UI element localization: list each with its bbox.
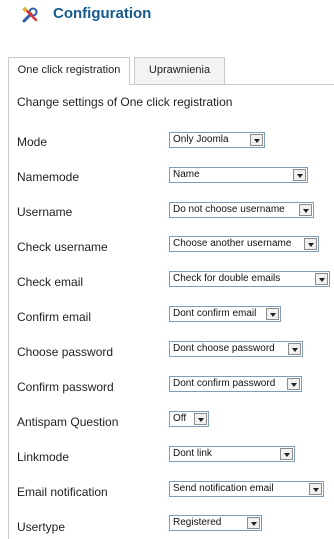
settings-panel: Change settings of One click registratio… — [8, 84, 334, 539]
namemode-select[interactable]: Name — [169, 167, 308, 183]
chevron-down-icon — [304, 238, 317, 250]
tab-uprawnienia[interactable]: Uprawnienia — [134, 57, 225, 84]
antispam-question-label: Antispam Question — [17, 415, 119, 429]
antispam-question-select[interactable]: Off — [169, 411, 209, 427]
confirm-password-value: Dont confirm password — [173, 378, 276, 389]
usertype-select[interactable]: Registered — [169, 515, 262, 531]
mode-select[interactable]: Only Joomla — [169, 132, 265, 148]
confirm-password-select[interactable]: Dont confirm password — [169, 376, 302, 392]
linkmode-select[interactable]: Dont link — [169, 446, 295, 462]
tools-icon — [22, 6, 38, 23]
mode-label: Mode — [17, 135, 48, 149]
check-email-value: Check for double emails — [173, 273, 281, 284]
chevron-down-icon — [299, 204, 312, 216]
chevron-down-icon — [288, 343, 301, 355]
namemode-value: Name — [173, 169, 200, 180]
check-email-label: Check email — [17, 275, 84, 289]
usertype-value: Registered — [173, 517, 222, 528]
email-notification-value: Send notification email — [173, 483, 274, 494]
confirm-email-value: Dont confirm email — [173, 308, 257, 319]
usertype-label: Usertype — [17, 520, 66, 534]
chevron-down-icon — [315, 273, 328, 285]
check-username-label: Check username — [17, 240, 108, 254]
chevron-down-icon — [287, 378, 300, 390]
linkmode-label: Linkmode — [17, 450, 70, 464]
panel-heading: Change settings of One click registratio… — [17, 95, 233, 109]
username-select[interactable]: Do not choose username — [169, 202, 314, 218]
antispam-question-value: Off — [173, 413, 187, 424]
chevron-down-icon — [280, 448, 293, 460]
namemode-label: Namemode — [17, 170, 80, 184]
chevron-down-icon — [293, 169, 306, 181]
username-value: Do not choose username — [173, 204, 285, 215]
confirm-email-label: Confirm email — [17, 310, 92, 324]
choose-password-label: Choose password — [17, 345, 114, 359]
choose-password-select[interactable]: Dont choose password — [169, 341, 303, 357]
tab-one-click-registration[interactable]: One click registration — [8, 57, 130, 85]
page-header: Configuration — [0, 0, 334, 40]
email-notification-select[interactable]: Send notification email — [169, 481, 324, 497]
chevron-down-icon — [266, 308, 279, 320]
check-email-select[interactable]: Check for double emails — [169, 271, 330, 287]
chevron-down-icon — [247, 517, 260, 529]
chevron-down-icon — [250, 134, 263, 146]
choose-password-value: Dont choose password — [173, 343, 275, 354]
username-label: Username — [17, 205, 73, 219]
linkmode-value: Dont link — [173, 448, 212, 459]
mode-value: Only Joomla — [173, 134, 229, 145]
confirm-password-label: Confirm password — [17, 380, 114, 394]
email-notification-label: Email notification — [17, 485, 108, 499]
tab-bar: One click registration Uprawnienia — [8, 57, 334, 85]
chevron-down-icon — [194, 413, 207, 425]
check-username-value: Choose another username — [173, 238, 292, 249]
chevron-down-icon — [309, 483, 322, 495]
check-username-select[interactable]: Choose another username — [169, 236, 319, 252]
confirm-email-select[interactable]: Dont confirm email — [169, 306, 281, 322]
page-title: Configuration — [53, 5, 152, 22]
